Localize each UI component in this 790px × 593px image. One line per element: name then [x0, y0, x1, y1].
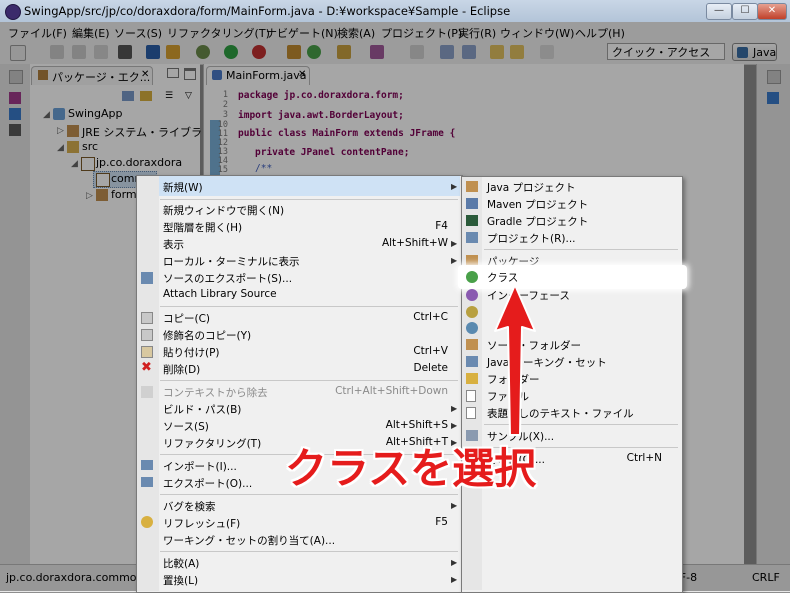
submenu-item-project[interactable]: プロジェクト(R)... [487, 231, 576, 246]
menu-shortcut: F5 [435, 516, 448, 528]
separator [160, 199, 458, 200]
annotation-icon [466, 322, 478, 334]
menu-shortcut: Alt+Shift+W [381, 237, 448, 249]
submenu-arrow-icon: ▶ [451, 421, 458, 430]
enum-icon [466, 306, 478, 318]
menu-item-compare-with[interactable]: 比較(A) [163, 556, 199, 571]
menu-item-export[interactable]: エクスポート(O)... [163, 476, 252, 491]
submenu-arrow-icon: ▶ [451, 182, 458, 191]
eclipse-logo-icon [5, 4, 21, 20]
remove-context-icon [141, 386, 153, 398]
separator [160, 380, 458, 381]
java-project-icon [466, 181, 478, 192]
menu-item-delete[interactable]: 削除(D) [163, 362, 200, 377]
export-source-icon [141, 272, 153, 284]
source-folder-icon [466, 339, 478, 350]
menu-shortcut: Ctrl+C [413, 311, 448, 323]
menu-item-build-path[interactable]: ビルド・パス(B) [163, 402, 241, 417]
separator [160, 306, 458, 307]
submenu-item-gradle-project[interactable]: Gradle プロジェクト [487, 214, 588, 229]
menu-item-attach-library-source[interactable]: Attach Library Source [163, 288, 277, 300]
interface-icon [466, 289, 478, 301]
menu-shortcut: Ctrl+V [413, 345, 448, 357]
menu-item-open-new-window[interactable]: 新規ウィンドウで開く(N) [163, 203, 284, 218]
separator [484, 249, 678, 250]
refresh-icon [141, 516, 153, 528]
copy-qualified-name-icon [141, 329, 153, 341]
export-icon [141, 477, 153, 487]
menu-shortcut: Ctrl+N [626, 452, 662, 464]
red-arrow-annotation [494, 284, 536, 436]
menu-item-paste[interactable]: 貼り付け(P) [163, 345, 220, 360]
menu-item-copy-qualified-name[interactable]: 修飾名のコピー(Y) [163, 328, 251, 343]
menu-item-new[interactable]: 新規(W) [163, 180, 203, 195]
menu-shortcut: Ctrl+Alt+Shift+Down [335, 385, 448, 397]
menu-item-export-source[interactable]: ソースのエクスポート(S)... [163, 271, 292, 286]
menu-item-import[interactable]: インポート(I)... [163, 459, 237, 474]
project-wizard-icon [466, 232, 478, 243]
window-title: SwingApp/src/jp/co/doraxdora/form/MainFo… [24, 4, 511, 18]
maven-project-icon [466, 198, 478, 209]
menu-shortcut: F4 [435, 220, 448, 232]
menu-item-copy[interactable]: コピー(C) [163, 311, 210, 326]
text-file-icon [466, 407, 476, 419]
menu-shortcut: Alt+Shift+S [385, 419, 448, 431]
submenu-arrow-icon: ▶ [451, 256, 458, 265]
submenu-arrow-icon: ▶ [451, 558, 458, 567]
gradle-project-icon [466, 215, 478, 226]
import-icon [141, 460, 153, 470]
submenu-arrow-icon: ▶ [451, 575, 458, 584]
menu-item-find-bugs[interactable]: バグを検索 [163, 499, 216, 514]
context-menu-gutter [137, 176, 159, 591]
submenu-arrow-icon: ▶ [451, 501, 458, 510]
close-button[interactable]: ✕ [757, 3, 787, 20]
maximize-button[interactable]: ☐ [732, 3, 758, 20]
menu-item-remove-from-context: コンテキストから除去 [163, 387, 268, 399]
delete-icon: ✖ [141, 360, 152, 375]
file-icon [466, 390, 476, 402]
menu-shortcut: Delete [413, 362, 449, 374]
minimize-button[interactable]: — [706, 3, 732, 20]
submenu-arrow-icon: ▶ [451, 239, 458, 248]
separator [160, 551, 458, 552]
submenu-item-java-project[interactable]: Java プロジェクト [487, 180, 576, 195]
folder-icon [466, 373, 478, 384]
title-bar: SwingApp/src/jp/co/doraxdora/form/MainFo… [0, 0, 790, 23]
menu-item-show-in[interactable]: 表示 [163, 237, 184, 252]
paste-icon [141, 346, 153, 358]
submenu-item-maven-project[interactable]: Maven プロジェクト [487, 197, 588, 212]
menu-item-source[interactable]: ソース(S) [163, 419, 209, 434]
menu-item-refactor[interactable]: リファクタリング(T) [163, 436, 261, 451]
class-icon [466, 271, 478, 283]
copy-icon [141, 312, 153, 324]
annotation-text: クラスを選択 [285, 444, 537, 493]
menu-item-show-in-terminal[interactable]: ローカル・ターミナルに表示 [163, 254, 300, 269]
menu-item-replace-with[interactable]: 置換(L) [163, 573, 198, 588]
submenu-arrow-icon: ▶ [451, 404, 458, 413]
menu-item-refresh[interactable]: リフレッシュ(F) [163, 516, 240, 531]
working-set-icon [466, 356, 478, 367]
menu-item-open-type-hierarchy[interactable]: 型階層を開く(H) [163, 220, 242, 235]
menu-item-assign-working-sets[interactable]: ワーキング・セットの割り当て(A)... [163, 533, 335, 548]
